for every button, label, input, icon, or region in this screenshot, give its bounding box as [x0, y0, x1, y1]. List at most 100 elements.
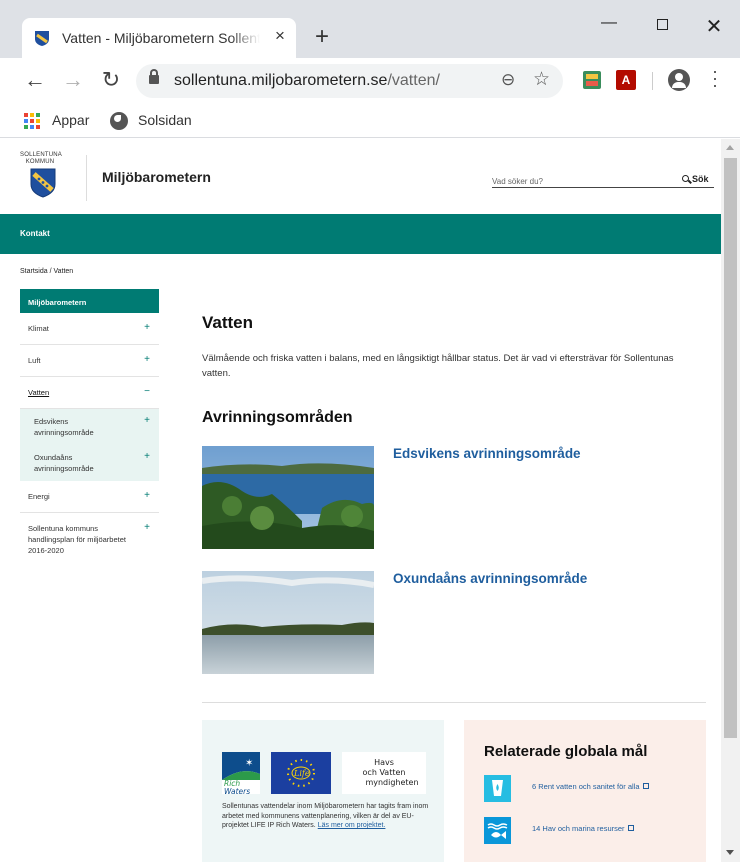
- zoom-icon[interactable]: ⊖: [501, 70, 515, 90]
- goal-6[interactable]: 6 Rent vatten och sanitet för alla: [484, 775, 699, 803]
- header-divider: [86, 155, 87, 201]
- svg-text:myndigheten: myndigheten: [365, 778, 418, 787]
- extension-icon[interactable]: [583, 71, 601, 89]
- edsviken-image[interactable]: [202, 446, 374, 549]
- search-button[interactable]: Sök: [682, 174, 709, 184]
- page-title: Vatten: [202, 313, 254, 332]
- goal-label: 6 Rent vatten och sanitet för alla: [532, 782, 640, 791]
- maximize-icon: [656, 19, 668, 30]
- goal-label: 14 Hav och marina resurser: [532, 824, 625, 833]
- collapse-icon[interactable]: −: [144, 386, 150, 397]
- site-name[interactable]: Miljöbarometern: [102, 169, 211, 185]
- rich-waters-logo: ✶ Rich Waters: [222, 752, 260, 796]
- minimize-button[interactable]: —: [597, 14, 621, 38]
- sidebar-item-label: Sollentuna kommuns handlingsplan för mil…: [28, 524, 126, 555]
- intro-text: Välmående och friska vatten i balans, me…: [202, 353, 674, 379]
- page-viewport: SOLLENTUNA KOMMUN Miljöbarometern Sök Ko…: [0, 139, 740, 862]
- svg-text:och Vatten: och Vatten: [363, 768, 406, 777]
- sidebar-submenu: Edsvikens avrinningsområde + Oxundaåns av…: [20, 409, 159, 481]
- sidebar-item-luft[interactable]: Luft +: [20, 345, 159, 377]
- bookmark-star-icon[interactable]: ☆: [533, 68, 550, 91]
- expand-icon[interactable]: +: [144, 354, 150, 365]
- close-window-button[interactable]: ✕: [702, 14, 726, 38]
- search-button-label: Sök: [692, 174, 709, 184]
- rich-waters-text: Sollentunas vattendelar inom Miljöbarome…: [222, 802, 434, 831]
- svg-text:Havs: Havs: [374, 758, 394, 767]
- svg-text:Waters: Waters: [224, 787, 250, 796]
- browser-tab[interactable]: Vatten - Miljöbarometern Sollentuna ×: [22, 18, 296, 58]
- project-logos[interactable]: ✶ Rich Waters Life Havs och Vatten myndi…: [222, 750, 432, 796]
- back-icon[interactable]: ←: [23, 67, 47, 93]
- reload-icon[interactable]: ↻: [99, 67, 123, 93]
- breadcrumb[interactable]: Startsida / Vatten: [20, 268, 73, 275]
- site-header: SOLLENTUNA KOMMUN Miljöbarometern Sök: [0, 139, 721, 214]
- bookmarks-bar: Appar Solsidan: [0, 104, 740, 138]
- browser-chrome: Vatten - Miljöbarometern Sollentuna × + …: [0, 0, 740, 138]
- sidebar-subitem-edsviken[interactable]: Edsvikens avrinningsområde +: [20, 409, 159, 445]
- lock-icon: [149, 69, 159, 84]
- expand-icon[interactable]: +: [144, 451, 150, 462]
- oxundaan-link[interactable]: Oxundaåns avrinningsområde: [393, 571, 587, 586]
- expand-icon[interactable]: +: [144, 322, 150, 333]
- read-more-link[interactable]: Läs mer om projektet.: [318, 822, 386, 829]
- section-title: Avrinningsområden: [202, 409, 353, 426]
- sidebar: Miljöbarometern Klimat + Luft + Vatten − Ed…: [20, 289, 159, 566]
- profile-icon[interactable]: [668, 69, 690, 91]
- sidebar-subitem-label: Edsvikens avrinningsområde: [34, 417, 94, 437]
- url-text[interactable]: sollentuna.miljobarometern.se/vatten/: [174, 72, 440, 90]
- goal-14-link[interactable]: 14 Hav och marina resurser: [532, 824, 634, 833]
- expand-icon[interactable]: +: [144, 522, 150, 533]
- sidebar-item-vatten[interactable]: Vatten −: [20, 377, 159, 409]
- tab-close-icon[interactable]: ×: [270, 26, 290, 48]
- global-goals-title: Relaterade globala mål: [484, 743, 648, 760]
- address-bar[interactable]: sollentuna.miljobarometern.se/vatten/ ⊖ …: [136, 64, 563, 98]
- section-divider: [202, 702, 706, 703]
- havs-och-vatten-logo: Havs och Vatten myndigheten: [342, 752, 426, 794]
- municipality-type: KOMMUN: [25, 159, 55, 165]
- goal-6-link[interactable]: 6 Rent vatten och sanitet för alla: [532, 782, 649, 791]
- nav-contact-link[interactable]: Kontakt: [20, 229, 50, 238]
- municipality-logo-text[interactable]: SOLLENTUNA KOMMUN: [20, 152, 63, 166]
- expand-icon[interactable]: +: [144, 415, 150, 426]
- sidebar-subitem-label: Oxundaåns avrinningsområde: [34, 453, 94, 473]
- sidebar-item-klimat[interactable]: Klimat +: [20, 313, 159, 345]
- scrollbar-thumb[interactable]: [724, 158, 737, 738]
- toolbar-divider: [652, 72, 653, 90]
- page-scrollbar[interactable]: [721, 139, 740, 862]
- browser-toolbar: ← → ↻ sollentuna.miljobarometern.se/vatt…: [0, 58, 740, 104]
- bookmark-label: Solsidan: [138, 112, 192, 128]
- pdf-extension-icon[interactable]: A: [616, 70, 636, 90]
- maximize-button[interactable]: [650, 14, 674, 38]
- scroll-down-icon[interactable]: [726, 850, 734, 855]
- municipality-name: SOLLENTUNA: [20, 152, 63, 158]
- expand-icon[interactable]: +: [144, 490, 150, 501]
- sidebar-item-handlingsplan[interactable]: Sollentuna kommuns handlingsplan för mil…: [20, 513, 159, 566]
- tab-title: Vatten - Miljöbarometern Sollentuna: [62, 30, 260, 46]
- sidebar-item-energi[interactable]: Energi +: [20, 481, 159, 513]
- edsviken-link[interactable]: Edsvikens avrinningsområde: [393, 446, 581, 461]
- svg-text:✶: ✶: [245, 758, 253, 769]
- new-tab-button[interactable]: +: [310, 23, 334, 51]
- favicon-icon: [35, 31, 49, 46]
- url-path: /vatten/: [387, 72, 440, 89]
- forward-icon[interactable]: →: [61, 67, 85, 93]
- coat-of-arms-icon[interactable]: [30, 168, 56, 198]
- url-host: sollentuna.miljobarometern.se: [174, 72, 388, 89]
- menu-icon[interactable]: · · ·: [708, 62, 722, 94]
- main-nav: Kontakt: [0, 214, 721, 254]
- search-icon: [682, 175, 689, 182]
- search-underline: [492, 187, 714, 188]
- goal-14[interactable]: 14 Hav och marina resurser: [484, 817, 699, 845]
- scroll-up-icon[interactable]: [726, 145, 734, 150]
- sidebar-subitem-oxundaan[interactable]: Oxundaåns avrinningsområde +: [20, 445, 159, 481]
- global-goals-box: Relaterade globala mål 6 Rent vatten och…: [464, 720, 706, 862]
- oxundaan-image[interactable]: [202, 571, 374, 674]
- sidebar-title[interactable]: Miljöbarometern: [20, 289, 159, 313]
- tab-bar: Vatten - Miljöbarometern Sollentuna × + …: [0, 0, 740, 58]
- search-input[interactable]: [492, 171, 672, 191]
- rich-waters-box: ✶ Rich Waters Life Havs och Vatten myndi…: [202, 720, 444, 862]
- sidebar-item-label: Luft: [28, 356, 41, 365]
- eu-life-logo: Life: [271, 752, 331, 794]
- apps-grid-icon: [24, 113, 40, 129]
- bookmark-label: Appar: [52, 112, 90, 128]
